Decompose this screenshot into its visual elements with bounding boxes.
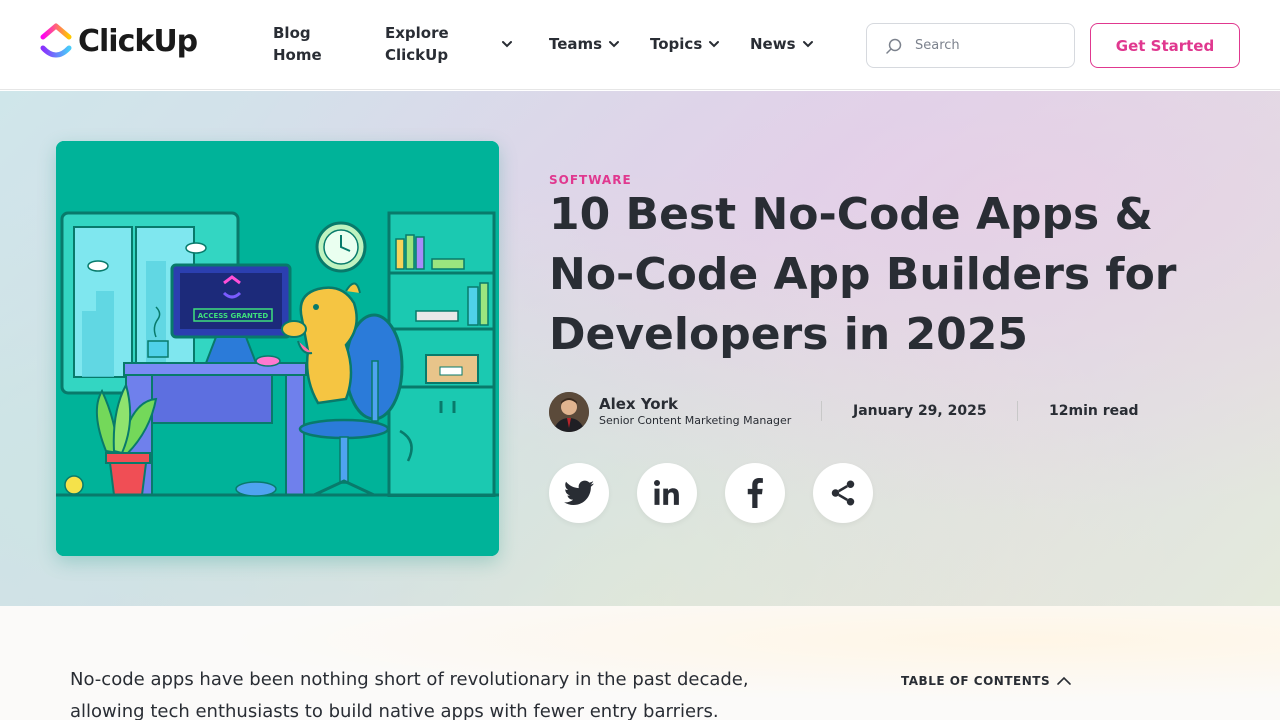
nav-topics-label: Topics [650,35,703,53]
article-meta: Alex York Senior Content Marketing Manag… [549,391,1169,432]
search-placeholder: Search [915,38,960,53]
share-twitter-button[interactable] [549,463,609,523]
article-body: No-code apps have been nothing short of … [0,606,1280,720]
nav-news-label: News [750,35,796,53]
author-name[interactable]: Alex York [599,395,678,413]
article-title: 10 Best No-Code Apps & No-Code App Build… [549,189,1177,360]
hero-illustration: ACCESS GRANTED [56,141,499,556]
table-of-contents-toggle[interactable]: TABLE OF CONTENTS [901,674,1072,688]
nav-teams-label: Teams [549,35,603,53]
author-avatar[interactable] [549,392,589,432]
nav-teams[interactable]: Teams [549,33,620,55]
twitter-icon [564,480,594,505]
share-link-button[interactable] [813,463,873,523]
search-icon [886,38,902,54]
site-header: ClickUp Blog Home Explore ClickUp Teams … [0,0,1280,90]
logo-wordmark: ClickUp [78,23,198,59]
chevron-down-icon[interactable] [501,38,513,50]
linkedin-icon [654,480,679,505]
chevron-down-icon [802,41,813,48]
search-input[interactable]: Search [866,23,1075,68]
nav-explore-line1: Explore [385,24,449,42]
clickup-logo-icon [40,23,72,58]
publish-date: January 29, 2025 [853,403,987,419]
share-facebook-button[interactable] [725,463,785,523]
article-hero: ACCESS GRANTED SOFTWARE 10 Best No-Code … [0,91,1280,606]
chevron-up-icon [1057,676,1071,685]
chevron-down-icon [609,41,620,48]
article-intro: No-code apps have been nothing short of … [70,669,749,720]
read-time: 12min read [1049,403,1139,419]
share-linkedin-button[interactable] [637,463,697,523]
meta-divider [821,401,822,421]
nav-news[interactable]: News [750,33,814,55]
access-granted-text: ACCESS GRANTED [198,312,269,320]
author-role: Senior Content Marketing Manager [599,414,792,427]
nav-blog-home-line1: Blog [273,24,311,42]
toc-label: TABLE OF CONTENTS [901,674,1051,688]
share-icon [831,480,855,506]
nav-explore-clickup[interactable]: Explore ClickUp [385,22,465,66]
meta-divider [1017,401,1018,421]
nav-topics[interactable]: Topics [650,33,720,55]
nav-blog-home-line2: Home [273,46,322,64]
facebook-icon [747,478,763,508]
nav-blog-home[interactable]: Blog Home [273,22,343,66]
nav-explore-line2: ClickUp [385,46,449,64]
get-started-button[interactable]: Get Started [1090,23,1240,68]
chevron-down-icon [709,41,720,48]
clickup-logo[interactable]: ClickUp [40,22,198,60]
